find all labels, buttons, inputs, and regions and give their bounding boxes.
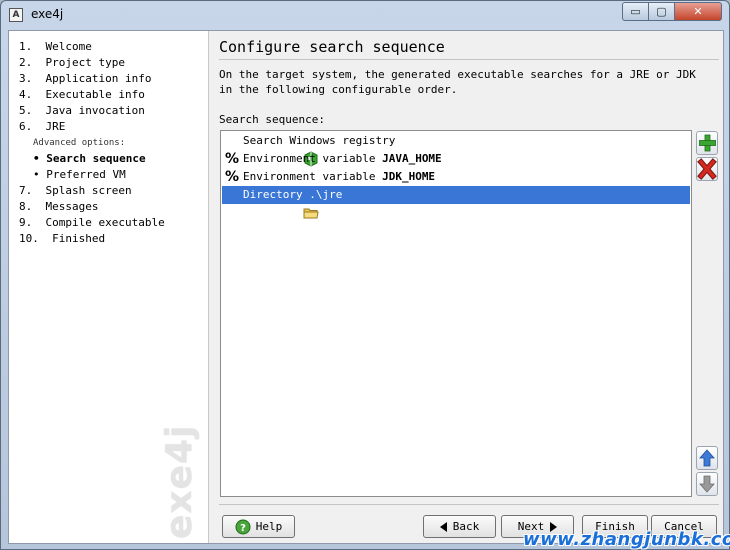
remove-x-icon — [697, 158, 717, 180]
help-button[interactable]: ? Help — [222, 515, 295, 538]
main-panel: Configure search sequence On the target … — [209, 31, 723, 543]
remove-entry-button[interactable] — [696, 157, 718, 181]
wizard-steps-sidebar: 1. Welcome 2. Project type 3. Applicatio… — [9, 31, 209, 543]
step-jre[interactable]: 6. JRE — [19, 119, 165, 135]
step-compile-executable[interactable]: 9. Compile executable — [19, 215, 165, 231]
plus-icon — [699, 134, 716, 152]
search-sequence-list[interactable]: Search Windows registry % Environment va… — [220, 130, 692, 497]
search-sequence-label: Search sequence: — [219, 113, 325, 126]
step-executable-info[interactable]: 4. Executable info — [19, 87, 165, 103]
app-window: A exe4j ▭ ▢ ✕ 1. Welcome 2. Project type… — [0, 0, 730, 550]
back-button[interactable]: Back — [423, 515, 496, 538]
registry-icon — [224, 133, 318, 167]
app-icon[interactable]: A — [9, 8, 23, 22]
entry-text: Environment variable — [243, 152, 383, 165]
step-application-info[interactable]: 3. Application info — [19, 71, 165, 87]
list-item[interactable]: % Environment variable JDK_HOME — [222, 168, 690, 186]
entry-variable: JDK_HOME — [382, 170, 436, 183]
svg-text:?: ? — [240, 523, 246, 534]
help-icon: ? — [235, 519, 251, 534]
move-up-button[interactable] — [696, 446, 718, 470]
entry-variable: JAVA_HOME — [382, 152, 442, 165]
minimize-button[interactable]: ▭ — [622, 2, 649, 21]
arrow-left-icon — [439, 521, 447, 532]
title-bar[interactable]: A exe4j ▭ ▢ ✕ — [1, 1, 729, 29]
wizard-body: 1. Welcome 2. Project type 3. Applicatio… — [8, 30, 724, 544]
help-button-label: Help — [255, 520, 283, 533]
entry-text: Directory .\jre — [243, 188, 343, 201]
button-divider — [219, 504, 719, 505]
arrow-down-icon — [699, 475, 715, 493]
step-welcome[interactable]: 1. Welcome — [19, 39, 165, 55]
percent-icon: % — [224, 151, 240, 167]
step-splash-screen[interactable]: 7. Splash screen — [19, 183, 165, 199]
folder-icon — [224, 187, 320, 219]
page-description: On the target system, the generated exec… — [219, 68, 696, 96]
step-list: 1. Welcome 2. Project type 3. Applicatio… — [19, 39, 165, 247]
maximize-button[interactable]: ▢ — [648, 2, 675, 21]
step-project-type[interactable]: 2. Project type — [19, 55, 165, 71]
heading-divider — [219, 59, 719, 60]
step-messages[interactable]: 8. Messages — [19, 199, 165, 215]
step-search-sequence[interactable]: • Search sequence — [19, 151, 165, 167]
move-down-button[interactable] — [696, 472, 718, 496]
list-item-selected[interactable]: Directory .\jre — [222, 186, 690, 219]
step-preferred-vm[interactable]: • Preferred VM — [19, 167, 165, 183]
window-title: exe4j — [31, 7, 64, 21]
step-java-invocation[interactable]: 5. Java invocation — [19, 103, 165, 119]
advanced-options-label: Advanced options: — [33, 138, 126, 148]
percent-icon: % — [224, 169, 240, 185]
back-button-label: Back — [452, 520, 480, 533]
close-button[interactable]: ✕ — [674, 2, 722, 21]
list-item[interactable]: % Environment variable JAVA_HOME — [222, 150, 690, 168]
entry-text: Environment variable — [243, 170, 383, 183]
page-title: Configure search sequence — [219, 38, 445, 56]
add-entry-button[interactable] — [696, 131, 718, 155]
step-finished[interactable]: 10. Finished — [19, 231, 165, 247]
entry-text: Search Windows registry — [243, 134, 396, 147]
exe4j-logo: exe4j — [159, 424, 200, 539]
list-item[interactable]: Search Windows registry — [222, 132, 690, 167]
site-watermark: www.zhangjunbk.com — [523, 529, 730, 550]
arrow-up-icon — [699, 449, 715, 467]
